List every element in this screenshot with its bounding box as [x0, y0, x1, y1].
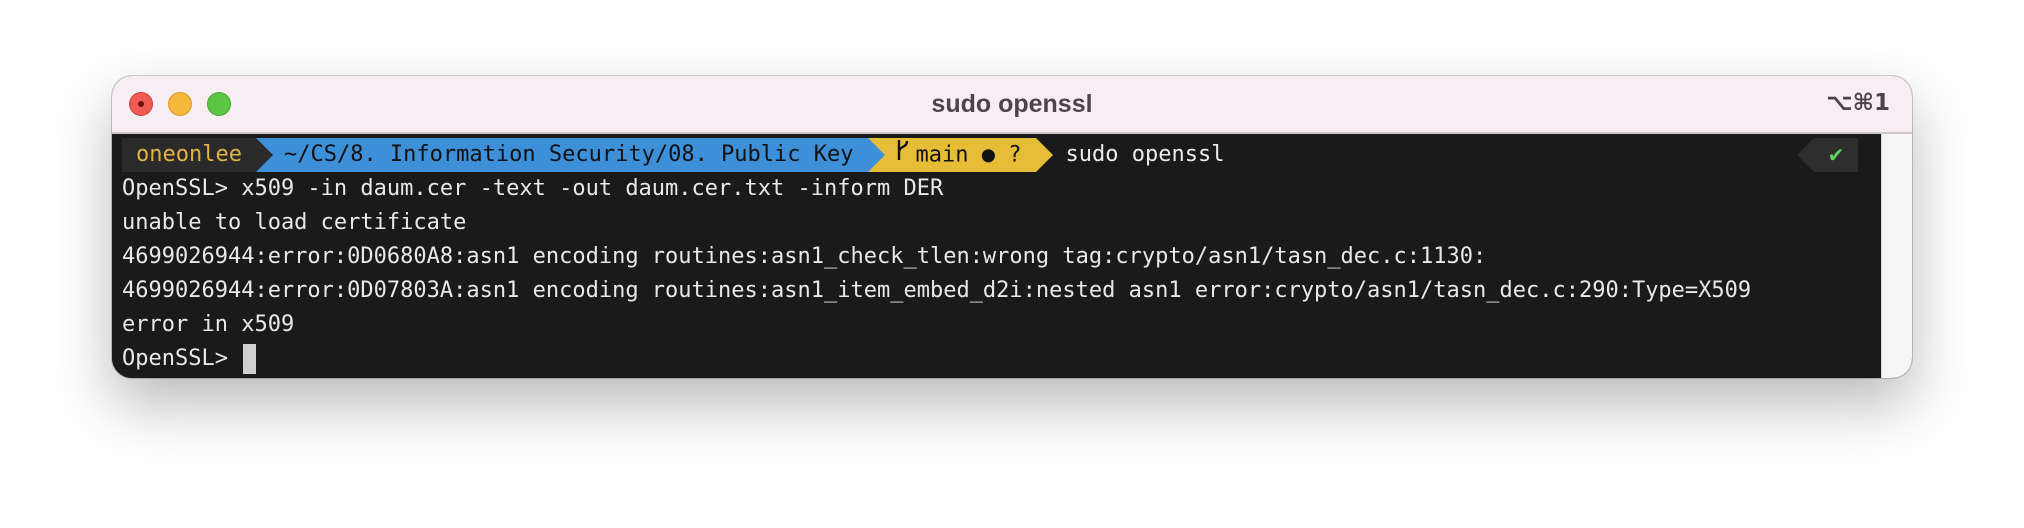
tab-shortcut: ⌥⌘1	[1826, 90, 1890, 116]
git-branch-icon	[896, 138, 910, 173]
terminal-content[interactable]: oneonlee ~/CS/8. Information Security/08…	[112, 134, 1882, 378]
prompt-path: ~/CS/8. Information Security/08. Public …	[283, 142, 854, 167]
prompt-command: sudo openssl	[1065, 142, 1225, 167]
segment-separator	[255, 138, 273, 172]
output-line: 4699026944:error:0D07803A:asn1 encoding …	[122, 278, 1752, 303]
prompt-user: oneonlee	[136, 142, 242, 167]
openssl-prompt: OpenSSL>	[122, 346, 242, 371]
shell-prompt: oneonlee ~/CS/8. Information Security/08…	[122, 138, 1224, 172]
current-prompt-line[interactable]: OpenSSL>	[122, 342, 257, 376]
segment-separator	[867, 138, 885, 172]
prompt-user-segment: oneonlee	[122, 138, 273, 172]
output-line: OpenSSL> x509 -in daum.cer -text -out da…	[122, 176, 944, 201]
status-ok-icon: ✔	[1797, 138, 1858, 172]
terminal-window: sudo openssl ⌥⌘1 oneonlee ~/CS/8. Inform…	[112, 76, 1912, 378]
output-line: 4699026944:error:0D0680A8:asn1 encoding …	[122, 244, 1487, 269]
title-bar[interactable]: sudo openssl ⌥⌘1	[112, 76, 1912, 134]
prompt-git-segment: main ● ?	[867, 138, 1053, 173]
text-cursor	[243, 344, 257, 374]
git-status: ● ?	[981, 142, 1022, 168]
scrollbar[interactable]	[1881, 134, 1912, 378]
output-line: unable to load certificate	[122, 210, 467, 235]
segment-separator	[1035, 138, 1053, 172]
window-title: sudo openssl	[931, 90, 1093, 118]
git-branch: main	[915, 142, 969, 168]
prompt-path-segment: ~/CS/8. Information Security/08. Public …	[255, 138, 885, 172]
output-line: error in x509	[122, 312, 295, 337]
